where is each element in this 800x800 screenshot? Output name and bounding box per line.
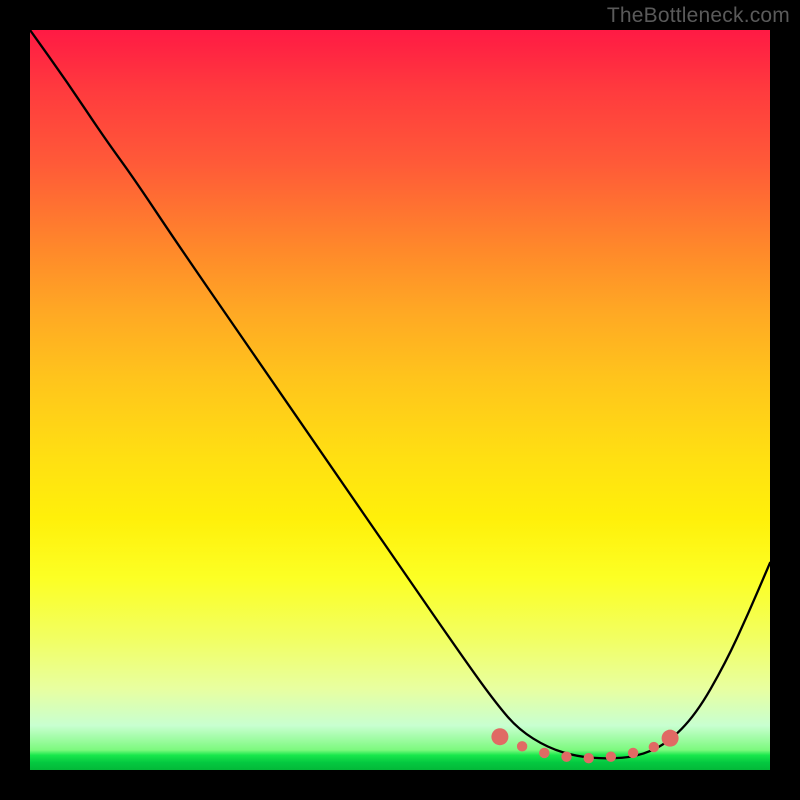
- data-marker: [662, 730, 679, 747]
- chart-svg: [30, 30, 770, 770]
- watermark-text: TheBottleneck.com: [607, 4, 790, 28]
- marker-group: [491, 728, 678, 763]
- data-marker: [561, 751, 571, 761]
- curve-line: [30, 30, 770, 758]
- data-marker: [649, 742, 659, 752]
- data-marker: [606, 751, 616, 761]
- data-marker: [584, 753, 594, 763]
- chart-container: TheBottleneck.com: [0, 0, 800, 800]
- plot-area: [30, 30, 770, 770]
- data-marker: [491, 728, 508, 745]
- data-marker: [539, 748, 549, 758]
- data-marker: [517, 741, 527, 751]
- data-marker: [628, 748, 638, 758]
